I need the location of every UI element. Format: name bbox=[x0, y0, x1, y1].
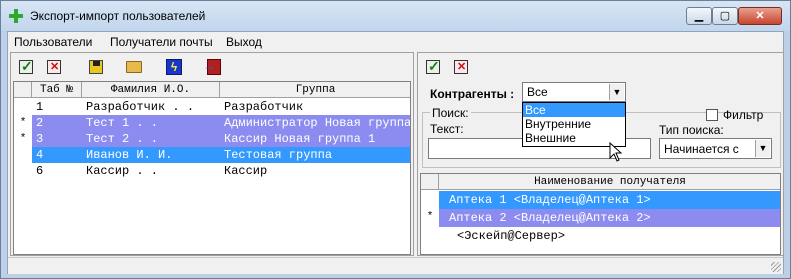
row-marker: * bbox=[14, 131, 32, 147]
dropdown-option[interactable]: Все bbox=[523, 103, 625, 117]
tab-number-cell: 3 bbox=[32, 131, 82, 147]
open-folder-icon bbox=[126, 61, 142, 73]
tab-number-cell: 4 bbox=[32, 147, 82, 163]
col-recipient-name[interactable]: Наименование получателя bbox=[439, 174, 780, 190]
indicator-header bbox=[421, 174, 439, 190]
row-marker: * bbox=[14, 115, 32, 131]
col-full-name[interactable]: Фамилия И.О. bbox=[82, 82, 220, 98]
recipient-name-cell: Аптека 2 <Владелец@Аптека 2> bbox=[439, 209, 780, 227]
contractors-select[interactable]: Все ▼ bbox=[522, 82, 626, 102]
filter-checkbox[interactable] bbox=[706, 109, 718, 121]
exit-button[interactable] bbox=[203, 57, 225, 77]
resize-grip-icon[interactable] bbox=[771, 262, 781, 272]
status-bar bbox=[8, 257, 783, 274]
client-area: Пользователи Получатели почты Выход ϟ Та… bbox=[7, 31, 784, 274]
list-item[interactable]: * Аптека 2 <Владелец@Аптека 2> bbox=[421, 209, 780, 227]
search-type-select[interactable]: Начинается с ▼ bbox=[659, 138, 772, 159]
col-group[interactable]: Группа bbox=[220, 82, 410, 98]
row-marker bbox=[14, 163, 32, 179]
table-row[interactable]: * 3 Тест 2 . . Кассир Новая группа 1 bbox=[14, 131, 410, 147]
apply-button[interactable] bbox=[15, 57, 37, 77]
delete-icon bbox=[47, 60, 61, 74]
menu-mail-recipients[interactable]: Получатели почты bbox=[110, 35, 213, 49]
row-marker bbox=[421, 227, 439, 245]
group-cell: Тестовая группа bbox=[220, 147, 410, 163]
recipients-delete-button[interactable] bbox=[450, 57, 472, 77]
chevron-down-icon[interactable]: ▼ bbox=[755, 140, 770, 157]
menu-users[interactable]: Пользователи bbox=[14, 35, 92, 49]
list-item[interactable]: <Эскейп@Сервер> bbox=[421, 227, 780, 245]
recipient-name-cell: <Эскейп@Сервер> bbox=[439, 227, 780, 245]
contractors-value: Все bbox=[527, 85, 548, 99]
full-name-cell: Кассир . . bbox=[82, 163, 220, 179]
full-name-cell: Иванов И. И. bbox=[82, 147, 220, 163]
table-row[interactable]: 6 Кассир . . Кассир bbox=[14, 163, 410, 179]
search-type-value: Начинается с bbox=[664, 142, 739, 156]
col-tab-number[interactable]: Таб № bbox=[32, 82, 82, 98]
row-marker bbox=[421, 191, 439, 209]
recipients-grid-header: Наименование получателя bbox=[421, 174, 780, 190]
contractors-label: Контрагенты : bbox=[430, 87, 515, 101]
users-grid-header: Таб № Фамилия И.О. Группа bbox=[14, 82, 410, 98]
chevron-down-icon[interactable]: ▼ bbox=[609, 84, 624, 100]
full-name-cell: Разработчик . . bbox=[82, 99, 220, 115]
table-row[interactable]: 1 Разработчик . . Разработчик bbox=[14, 99, 410, 115]
check-icon bbox=[426, 58, 440, 75]
search-group-label: Поиск: bbox=[430, 106, 471, 120]
recipient-name-cell: Аптека 1 <Владелец@Аптека 1> bbox=[439, 191, 780, 209]
row-marker bbox=[14, 99, 32, 115]
app-cross-icon bbox=[9, 9, 23, 23]
delete-button[interactable] bbox=[43, 57, 65, 77]
exit-icon bbox=[203, 59, 221, 75]
check-icon bbox=[19, 58, 33, 75]
tab-number-cell: 1 bbox=[32, 99, 82, 115]
delete-icon bbox=[454, 60, 468, 74]
row-marker: * bbox=[421, 209, 439, 227]
save-icon bbox=[89, 60, 103, 74]
full-name-cell: Тест 1 . . bbox=[82, 115, 220, 131]
window-title: Экспорт-импорт пользователей bbox=[30, 9, 206, 23]
group-cell: Кассир bbox=[220, 163, 410, 179]
group-cell: Разработчик bbox=[220, 99, 410, 115]
open-button[interactable] bbox=[123, 57, 145, 77]
recipients-apply-button[interactable] bbox=[422, 57, 444, 77]
title-bar[interactable]: Экспорт-импорт пользователей ▁ ▢ ✕ bbox=[1, 1, 790, 31]
recipients-grid[interactable]: Наименование получателя Аптека 1 <Владел… bbox=[420, 173, 781, 255]
group-cell: Кассир Новая группа 1 bbox=[220, 131, 410, 147]
menu-bar: Пользователи Получатели почты Выход bbox=[8, 32, 783, 51]
lightning-icon: ϟ bbox=[166, 59, 182, 75]
tab-number-cell: 2 bbox=[32, 115, 82, 131]
list-item[interactable]: Аптека 1 <Владелец@Аптека 1> bbox=[421, 191, 780, 209]
text-label: Текст: bbox=[430, 122, 464, 136]
row-marker bbox=[14, 147, 32, 163]
tab-number-cell: 6 bbox=[32, 163, 82, 179]
contractors-dropdown-list[interactable]: Все Внутренние Внешние bbox=[522, 102, 626, 147]
recipients-pane: Контрагенты : Все ▼ Поиск: Фильтр Текст:… bbox=[417, 52, 784, 256]
group-cell: Администратор Новая группа bbox=[220, 115, 410, 131]
users-pane: ϟ Таб № Фамилия И.О. Группа 1Разработчик… bbox=[10, 52, 414, 256]
menu-exit[interactable]: Выход bbox=[226, 35, 262, 49]
main-window: Экспорт-импорт пользователей ▁ ▢ ✕ Польз… bbox=[0, 0, 791, 279]
full-name-cell: Тест 2 . . bbox=[82, 131, 220, 147]
dropdown-option[interactable]: Внутренние bbox=[523, 117, 625, 131]
search-type-label: Тип поиска: bbox=[659, 123, 724, 137]
close-button[interactable]: ✕ bbox=[738, 7, 782, 25]
table-row[interactable]: 4 Иванов И. И. Тестовая группа bbox=[14, 147, 410, 163]
users-grid[interactable]: Таб № Фамилия И.О. Группа 1 Разработчик .… bbox=[13, 81, 411, 255]
table-row[interactable]: * 2 Тест 1 . . Администратор Новая группа bbox=[14, 115, 410, 131]
maximize-button[interactable]: ▢ bbox=[712, 7, 738, 25]
filter-checkbox-label: Фильтр bbox=[723, 108, 764, 122]
minimize-button[interactable]: ▁ bbox=[686, 7, 712, 25]
save-button[interactable] bbox=[85, 57, 107, 77]
mouse-pointer-icon bbox=[609, 142, 623, 162]
run-button[interactable]: ϟ bbox=[163, 57, 185, 77]
indicator-header bbox=[14, 82, 32, 98]
